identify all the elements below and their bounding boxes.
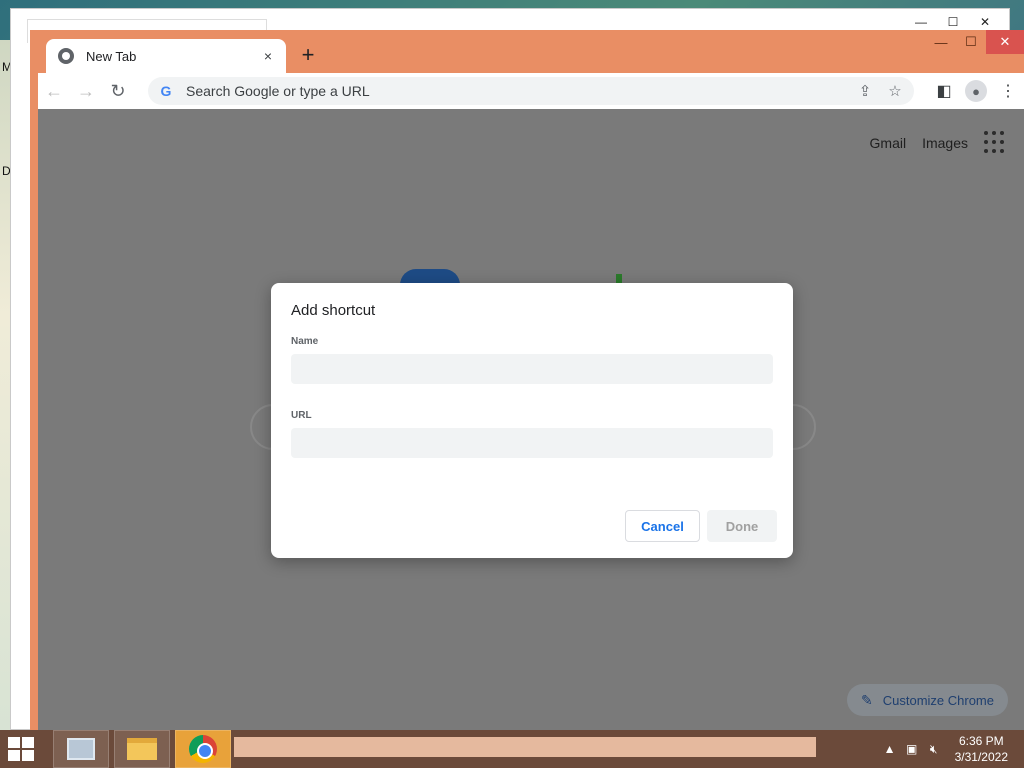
- chrome-icon: [189, 735, 217, 763]
- taskbar-chrome[interactable]: [175, 730, 231, 768]
- customize-chrome-button[interactable]: ✎ Customize Chrome: [847, 684, 1008, 716]
- url-field[interactable]: [291, 428, 773, 458]
- network-icon[interactable]: ▣: [901, 742, 923, 756]
- tab-new-tab[interactable]: New Tab ×: [46, 39, 286, 73]
- omnibox-placeholder[interactable]: Search Google or type a URL: [186, 83, 370, 99]
- url-label: URL: [291, 410, 312, 421]
- share-icon[interactable]: ⇪: [850, 82, 880, 100]
- forward-arrow-icon[interactable]: →: [70, 75, 102, 107]
- system-tray: ▲ ▣ 🔇︎ 6:36 PM 3/31/2022: [879, 730, 1024, 768]
- taskbar: ▲ ▣ 🔇︎ 6:36 PM 3/31/2022: [0, 730, 1024, 768]
- side-panel-icon[interactable]: ◧: [928, 73, 960, 109]
- maximize-button[interactable]: ☐: [956, 30, 986, 54]
- pencil-icon: ✎: [861, 691, 873, 708]
- menu-kebab-icon[interactable]: ⋮: [992, 73, 1024, 109]
- tab-title: New Tab: [86, 48, 137, 64]
- omnibox[interactable]: G Search Google or type a URL ⇪ ☆: [148, 77, 914, 105]
- taskbar-file-explorer[interactable]: [114, 730, 170, 768]
- folder-icon: [127, 738, 157, 760]
- cancel-button[interactable]: Cancel: [625, 510, 700, 542]
- monitor-icon: [67, 738, 95, 760]
- gmail-link[interactable]: Gmail: [870, 135, 907, 151]
- new-tab-button[interactable]: +: [296, 44, 320, 68]
- add-shortcut-dialog: Add shortcut Name URL Cancel Done: [271, 283, 793, 558]
- customize-label: Customize Chrome: [882, 692, 994, 708]
- windows-start-icon[interactable]: [8, 737, 38, 761]
- bookmark-star-icon[interactable]: ☆: [880, 82, 910, 100]
- tab-close-icon[interactable]: ×: [260, 48, 276, 64]
- window-controls: — ☐ ✕: [926, 30, 1024, 54]
- clock[interactable]: 6:36 PM 3/31/2022: [955, 733, 1008, 765]
- back-arrow-icon[interactable]: ←: [38, 75, 70, 107]
- images-link[interactable]: Images: [922, 135, 968, 151]
- name-field[interactable]: [291, 354, 773, 384]
- volume-muted-icon[interactable]: 🔇︎: [923, 742, 945, 757]
- browser-toolbar: ← → ↻ G Search Google or type a URL ⇪ ☆ …: [38, 73, 1024, 109]
- profile-avatar-icon[interactable]: ●: [965, 80, 987, 102]
- close-button[interactable]: ✕: [986, 30, 1024, 54]
- done-button[interactable]: Done: [707, 510, 777, 542]
- taskbar-task-manager[interactable]: [53, 730, 109, 768]
- chrome-icon: [58, 48, 74, 64]
- clock-time: 6:36 PM: [958, 734, 1004, 748]
- apps-grid-icon[interactable]: [984, 131, 1008, 155]
- google-g-icon: G: [160, 83, 172, 99]
- reload-icon[interactable]: ↻: [102, 75, 134, 107]
- dialog-title: Add shortcut: [291, 302, 376, 319]
- show-hidden-icons-icon[interactable]: ▲: [879, 742, 901, 756]
- name-label: Name: [291, 336, 319, 347]
- clock-date: 3/31/2022: [954, 750, 1008, 764]
- minimize-button[interactable]: —: [926, 30, 956, 54]
- taskbar-window-strip[interactable]: [234, 737, 816, 757]
- title-bar[interactable]: New Tab × + — ☐ ✕: [30, 30, 1024, 73]
